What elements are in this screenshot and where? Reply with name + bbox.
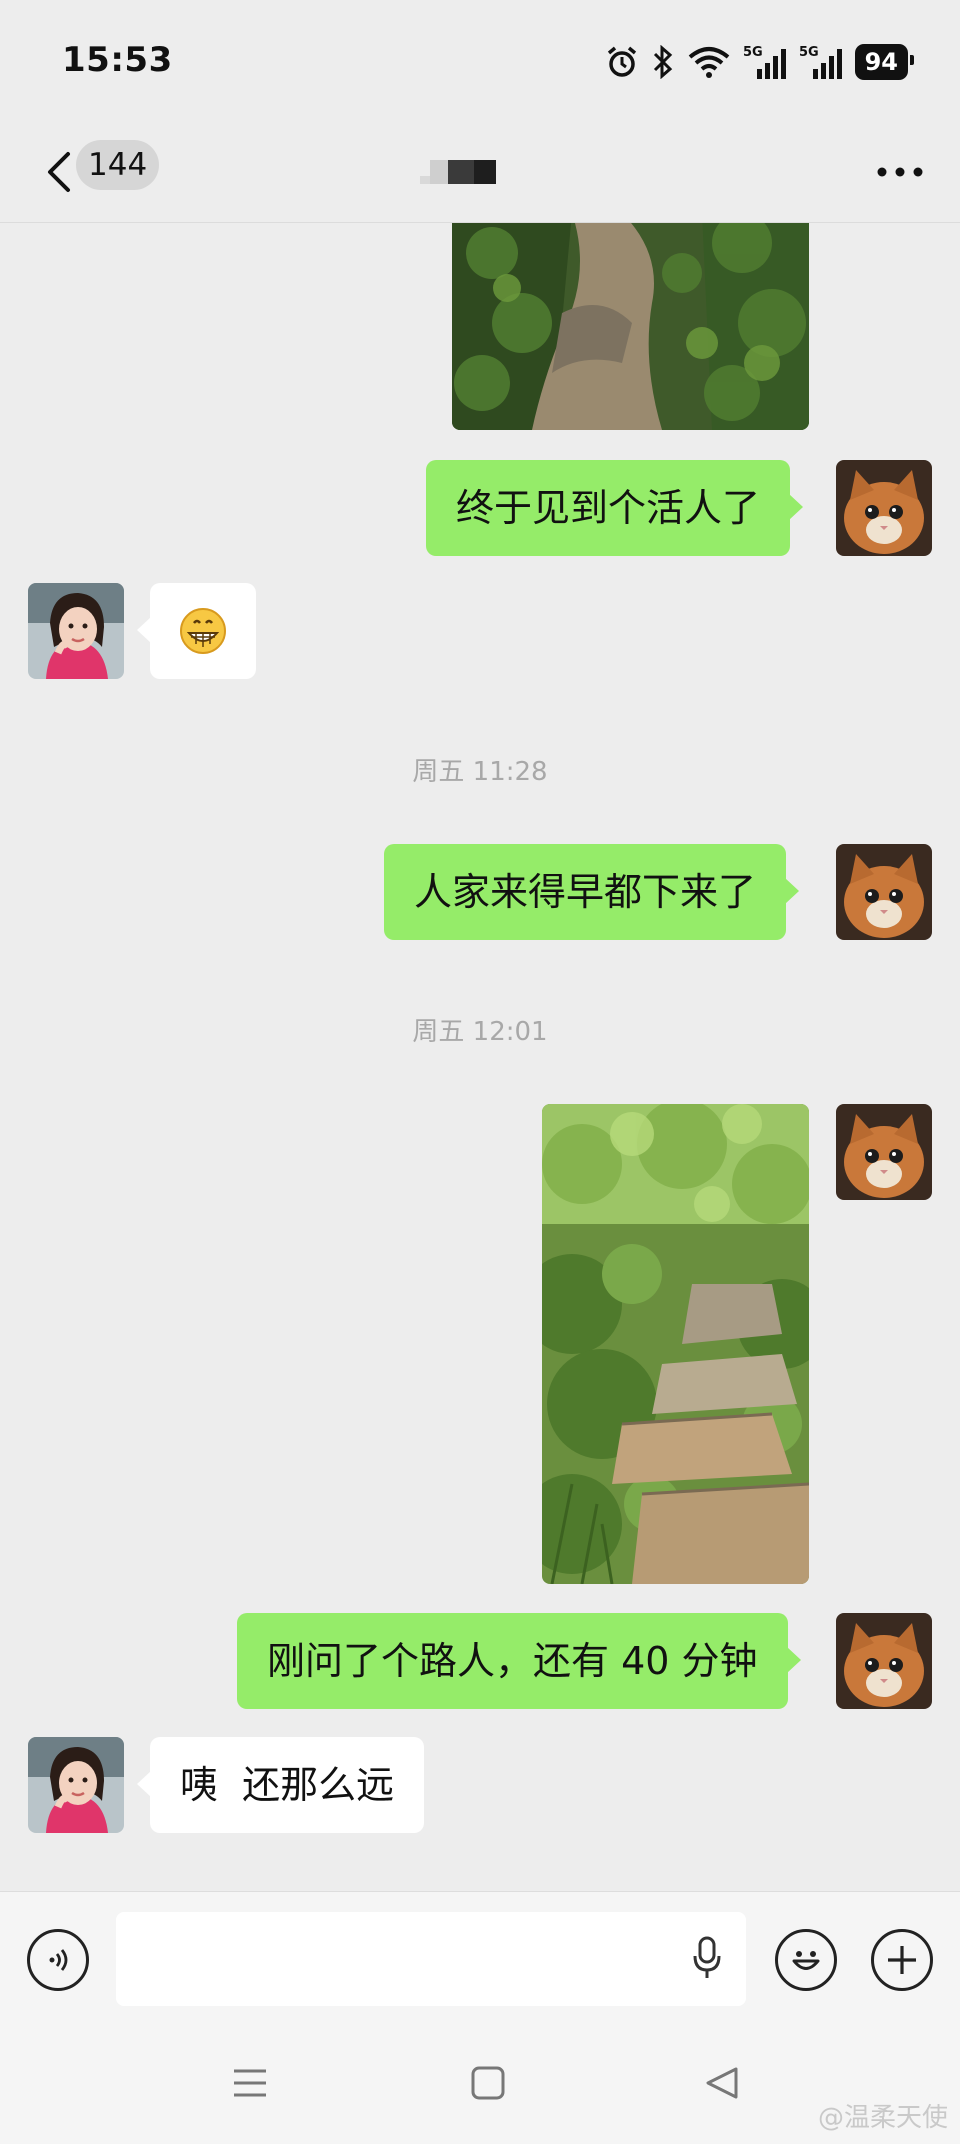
sent-photo-path[interactable]: [452, 223, 809, 430]
unread-count-badge[interactable]: 144: [76, 140, 160, 190]
watermark: @温柔天使: [817, 2103, 948, 2133]
contact-name-redacted: [420, 160, 504, 184]
status-bar: 15:53 5G 5G 94: [0, 0, 960, 120]
alarm-icon: [605, 45, 639, 79]
status-time: 15:53: [62, 40, 173, 80]
contact-avatar[interactable]: [28, 583, 124, 679]
emoji-icon: [792, 1951, 820, 1970]
received-message-bubble[interactable]: 咦 还那么远: [136, 1737, 425, 1833]
my-avatar[interactable]: [836, 844, 932, 940]
message-timestamp: 周五 12:01: [412, 1017, 548, 1047]
received-message-bubble[interactable]: [137, 583, 256, 679]
back-triangle-icon[interactable]: [704, 2065, 740, 2105]
my-avatar[interactable]: [836, 1104, 932, 1200]
emoji-button[interactable]: [775, 1929, 837, 1991]
svg-text:5G: 5G: [743, 45, 763, 60]
menu-icon[interactable]: [232, 2065, 268, 2105]
home-icon[interactable]: [470, 2065, 506, 2105]
message-timestamp: 周五 11:28: [412, 757, 548, 787]
sent-message-bubble[interactable]: 人家来得早都下来了: [384, 844, 800, 940]
status-icons: 5G 5G 94: [605, 40, 915, 84]
signal-5g-icon: 5G: [743, 43, 787, 81]
sent-photo-trail[interactable]: [542, 1104, 809, 1584]
voice-mode-button[interactable]: [27, 1929, 89, 1991]
grinning-emoji-icon: [180, 608, 226, 654]
message-input[interactable]: [116, 1912, 746, 2006]
chat-header: 144: [0, 120, 960, 223]
bluetooth-icon: [651, 45, 675, 79]
more-functions-button[interactable]: [871, 1929, 933, 1991]
more-options-button[interactable]: [870, 144, 930, 200]
my-avatar[interactable]: [836, 1613, 932, 1709]
sent-message-bubble[interactable]: 刚问了个路人，还有 40 分钟: [237, 1613, 801, 1709]
chevron-left-icon: [48, 152, 70, 192]
microphone-icon[interactable]: [692, 1936, 722, 1984]
voice-mode-icon: [49, 1949, 68, 1971]
message-list[interactable]: 终于见到个活人了 周五 11:28 人家来得早都下来了 周五 12:01 刚问了…: [0, 223, 960, 1891]
battery-indicator: 94: [854, 44, 915, 80]
sent-message-bubble[interactable]: 终于见到个活人了: [426, 460, 804, 556]
wifi-icon: [687, 45, 731, 79]
my-avatar[interactable]: [836, 460, 932, 556]
input-bar: [0, 1891, 960, 2030]
contact-avatar[interactable]: [28, 1737, 124, 1833]
svg-text:5G: 5G: [799, 45, 819, 60]
more-dots-icon: [877, 167, 923, 177]
system-navigation-bar: @温柔天使: [0, 2029, 960, 2144]
plus-icon: [888, 1946, 916, 1974]
signal-5g-icon: 5G: [799, 43, 843, 81]
